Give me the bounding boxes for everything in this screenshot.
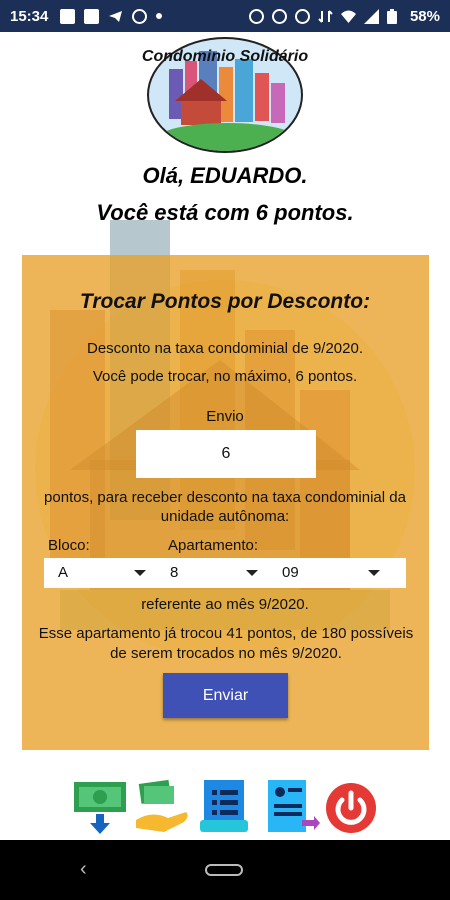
news-icon bbox=[84, 8, 100, 24]
status-bar: 15:34 58% bbox=[0, 0, 450, 32]
apartamento-value: 8 bbox=[170, 564, 179, 581]
telegram-icon bbox=[108, 9, 123, 24]
navigation-bar: ‹ bbox=[0, 840, 450, 900]
discount-line: Desconto na taxa condominial de 9/2020. bbox=[86, 340, 364, 357]
bloco-value: A bbox=[58, 564, 69, 581]
points-summary: Você está com 6 pontos. bbox=[96, 200, 354, 225]
dropdown-arrow-icon bbox=[134, 570, 146, 576]
alarm-icon bbox=[248, 8, 264, 24]
unit-select[interactable]: 09 bbox=[268, 558, 406, 588]
apartamento-select[interactable]: 8 bbox=[156, 558, 268, 588]
data-icon bbox=[318, 9, 333, 24]
bloco-label: Bloco: bbox=[48, 537, 90, 554]
unit-selectors: A 8 09 bbox=[44, 558, 406, 588]
dot-icon bbox=[156, 13, 163, 19]
points-input[interactable] bbox=[136, 430, 316, 478]
unit-value: 09 bbox=[282, 564, 299, 581]
dropdown-arrow-icon bbox=[368, 570, 380, 576]
signal-icon bbox=[363, 8, 379, 24]
description-text: pontos, para receber desconto na taxa co… bbox=[44, 489, 406, 525]
dropdown-arrow-icon bbox=[246, 570, 258, 576]
reference-month: referente ao mês 9/2020. bbox=[141, 596, 309, 613]
power-icon[interactable] bbox=[324, 776, 380, 836]
bottom-toolbar bbox=[0, 776, 450, 838]
envio-label: Envio bbox=[206, 408, 244, 425]
dnd-icon bbox=[294, 8, 310, 24]
image-icon bbox=[60, 8, 76, 24]
hand-money-icon[interactable] bbox=[134, 776, 190, 836]
money-download-icon[interactable] bbox=[72, 776, 128, 836]
battery-icon bbox=[386, 8, 402, 24]
app-title: Condominio Solidário bbox=[141, 48, 309, 65]
greeting-text: Olá, EDUARDO. bbox=[142, 163, 308, 188]
back-icon[interactable]: ‹ bbox=[80, 858, 87, 881]
bloco-select[interactable]: A bbox=[44, 558, 156, 588]
list-icon[interactable] bbox=[198, 776, 254, 836]
home-pill-icon[interactable] bbox=[205, 864, 243, 876]
exchange-info: Esse apartamento já trocou 41 pontos, de… bbox=[38, 625, 414, 662]
whatsapp-icon bbox=[132, 8, 148, 24]
wifi-icon bbox=[340, 9, 356, 24]
apartamento-label: Apartamento: bbox=[168, 537, 259, 554]
panel-title: Trocar Pontos por Desconto: bbox=[79, 290, 371, 313]
battery-percent: 58% bbox=[409, 7, 440, 25]
document-export-icon[interactable] bbox=[264, 776, 320, 836]
vibrate-icon bbox=[271, 8, 287, 24]
max-points-line: Você pode trocar, no máximo, 6 pontos. bbox=[92, 368, 358, 385]
status-time: 15:34 bbox=[10, 7, 49, 25]
send-button[interactable]: Enviar bbox=[163, 673, 288, 718]
